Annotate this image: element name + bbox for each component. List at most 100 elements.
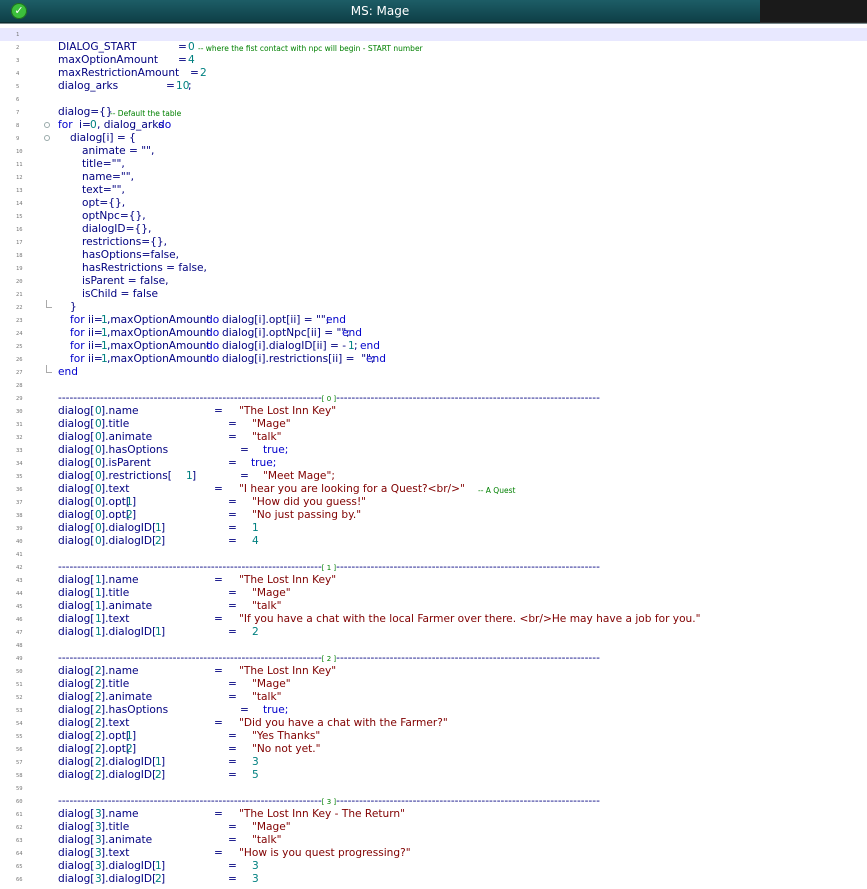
code-token: = [214,483,223,495]
code-token: true; [263,444,289,456]
code-line[interactable]: 23 for ii= 1 ,maxOptionAmount do dialog[i].… [0,314,867,327]
code-token: dialog[ [58,834,95,846]
code-line[interactable]: 7 dialog={} -- Default the table [0,106,867,119]
code-token: dialog_arks [58,80,119,92]
code-line[interactable]: 34 dialog[0].isParent = true; [0,457,867,470]
code-line[interactable]: 51 dialog[2].title = "Mage" [0,678,867,691]
code-line[interactable]: 21 isChild = false [0,288,867,301]
code-line[interactable]: 31 dialog[0].title = "Mage" [0,418,867,431]
code-line[interactable]: 29 --------------------------------------… [0,392,867,405]
code-line[interactable]: 49 --------------------------------------… [0,652,867,665]
code-token: "talk" [252,691,282,703]
code-token: ] [161,769,166,781]
code-line[interactable]: 60 --------------------------------------… [0,795,867,808]
code-line[interactable]: 14 opt={}, [0,197,867,210]
code-line[interactable]: 36 dialog[0].text = "I hear you are looking… [0,483,867,496]
code-line[interactable]: 1 [0,28,867,41]
code-line[interactable]: 13 text="", [0,184,867,197]
code-line[interactable]: 46 dialog[1].text = "If you have a chat wit… [0,613,867,626]
code-line[interactable]: 15 optNpc={}, [0,210,867,223]
code-line[interactable]: 5 dialog_arks = 10; [0,80,867,93]
code-token: = [214,665,223,677]
code-line[interactable]: 42 --------------------------------------… [0,561,867,574]
code-line[interactable]: 27 end [0,365,867,379]
code-token: dialog[ [58,405,95,417]
code-line[interactable]: 58 dialog[2].dialogID[2] = 5 [0,769,867,782]
code-token: "How is you quest progressing?" [239,847,411,859]
code-line[interactable]: 62 dialog[3].title = "Mage" [0,821,867,834]
code-line[interactable]: 6 [0,93,867,106]
code-editor[interactable]: 1 2 DIALOG_START = 0 -- where the fist conta… [0,23,867,889]
code-line[interactable]: 47 dialog[1].dialogID[1] = 2 [0,626,867,639]
code-token: dialog[ [58,535,95,547]
code-line[interactable]: 44 dialog[1].title = "Mage" [0,587,867,600]
code-line[interactable]: 30 dialog[0].name = "The Lost Inn Key" [0,405,867,418]
code-line[interactable]: 28 [0,379,867,392]
title-bar[interactable]: ✓ MS: Mage [0,0,760,23]
fold-toggle-icon[interactable] [44,135,50,141]
code-line[interactable]: 11 title="", [0,158,867,171]
code-token: dialog[ [58,496,95,508]
code-token: "Did you have a chat with the Farmer?" [239,717,448,729]
code-line[interactable]: 61 dialog[3].name = "The Lost Inn Key - The… [0,808,867,821]
code-line[interactable]: 52 dialog[2].animate = "talk" [0,691,867,704]
code-line[interactable]: 22} [0,300,867,314]
code-line[interactable]: 53 dialog[2].hasOptions = true; [0,704,867,717]
code-line[interactable]: 10 animate = "", [0,145,867,158]
code-line[interactable]: 35 dialog[0].restrictions[1] = "Meet Mage"; [0,470,867,483]
code-token: dialog[ [58,574,95,586]
code-area[interactable]: 1 2 DIALOG_START = 0 -- where the fist conta… [0,24,867,889]
code-line[interactable]: 65 dialog[3].dialogID[1] = 3 [0,860,867,873]
code-token: = [228,743,237,755]
code-line[interactable]: 38 dialog[0].opt[2] = "No just passing by." [0,509,867,522]
code-line[interactable]: 32 dialog[0].animate = "talk" [0,431,867,444]
code-line[interactable]: 9 dialog[i] = { [0,132,867,145]
code-token: isChild = false [82,288,158,300]
code-token: "talk" [252,600,282,612]
code-token: = [228,834,237,846]
code-line[interactable]: 54 dialog[2].text = "Did you have a chat wi… [0,717,867,730]
code-token: end [326,314,346,326]
code-line[interactable]: 66 dialog[3].dialogID[2] = 3 [0,873,867,886]
code-line[interactable]: 26 for ii= 1 ,maxOptionAmount do dialog[i].… [0,353,867,366]
code-token: end [360,340,380,352]
code-line[interactable]: 25 for ii= 1 ,maxOptionAmount do dialog[i].… [0,340,867,353]
code-line[interactable]: 33 dialog[0].hasOptions = true; [0,444,867,457]
code-line[interactable]: 57 dialog[2].dialogID[1] = 3 [0,756,867,769]
code-token: = [228,457,237,469]
code-line[interactable]: 20 isParent = false, [0,275,867,288]
code-token: ].title [101,418,130,430]
code-line[interactable]: 45 dialog[1].animate = "talk" [0,600,867,613]
code-token: ].restrictions[ [101,470,172,482]
code-line[interactable]: 64 dialog[3].text = "How is you quest progr… [0,847,867,860]
fold-toggle-icon[interactable] [44,122,50,128]
code-line[interactable]: 2 DIALOG_START = 0 -- where the fist contac… [0,41,867,54]
code-token: ] [161,626,166,638]
code-line[interactable]: 55 dialog[2].opt[1] = "Yes Thanks" [0,730,867,743]
code-line[interactable]: 18 hasOptions=false, [0,249,867,262]
code-line[interactable]: 3 maxOptionAmount = 4 [0,54,867,67]
code-token: dialog[ [58,756,95,768]
code-token: = [228,431,237,443]
code-line[interactable]: 41 [0,548,867,561]
code-line[interactable]: 8 for i= 0, dialog_arks do [0,119,867,132]
code-line[interactable]: 43 dialog[1].name = "The Lost Inn Key" [0,574,867,587]
code-token: ].isParent [101,457,151,469]
code-line[interactable]: 37 dialog[0].opt[1] = "How did you guess!" [0,496,867,509]
code-line[interactable]: 39 dialog[0].dialogID[1] = 1 [0,522,867,535]
code-line[interactable]: 19 hasRestrictions = false, [0,262,867,275]
code-line[interactable]: 24 for ii= 1 ,maxOptionAmount do dialog[i].… [0,327,867,340]
code-token: "I hear you are looking for a Quest?<br/… [239,483,465,495]
code-line[interactable]: 56 dialog[2].opt[2] = "No not yet." [0,743,867,756]
code-line[interactable]: 63 dialog[3].animate = "talk" [0,834,867,847]
code-line[interactable]: 17 restrictions={}, [0,236,867,249]
code-token: 3 [252,860,259,872]
code-line[interactable]: 48 [0,639,867,652]
code-line[interactable]: 40 dialog[0].dialogID[2] = 4 [0,535,867,548]
code-line[interactable]: 12 name="", [0,171,867,184]
code-token: dialog[i].opt[ii] = ""; [222,314,333,326]
code-line[interactable]: 4 maxRestrictionAmount = 2 [0,67,867,80]
code-line[interactable]: 16 dialogID={}, [0,223,867,236]
code-line[interactable]: 59 [0,782,867,795]
code-line[interactable]: 50 dialog[2].name = "The Lost Inn Key" [0,665,867,678]
